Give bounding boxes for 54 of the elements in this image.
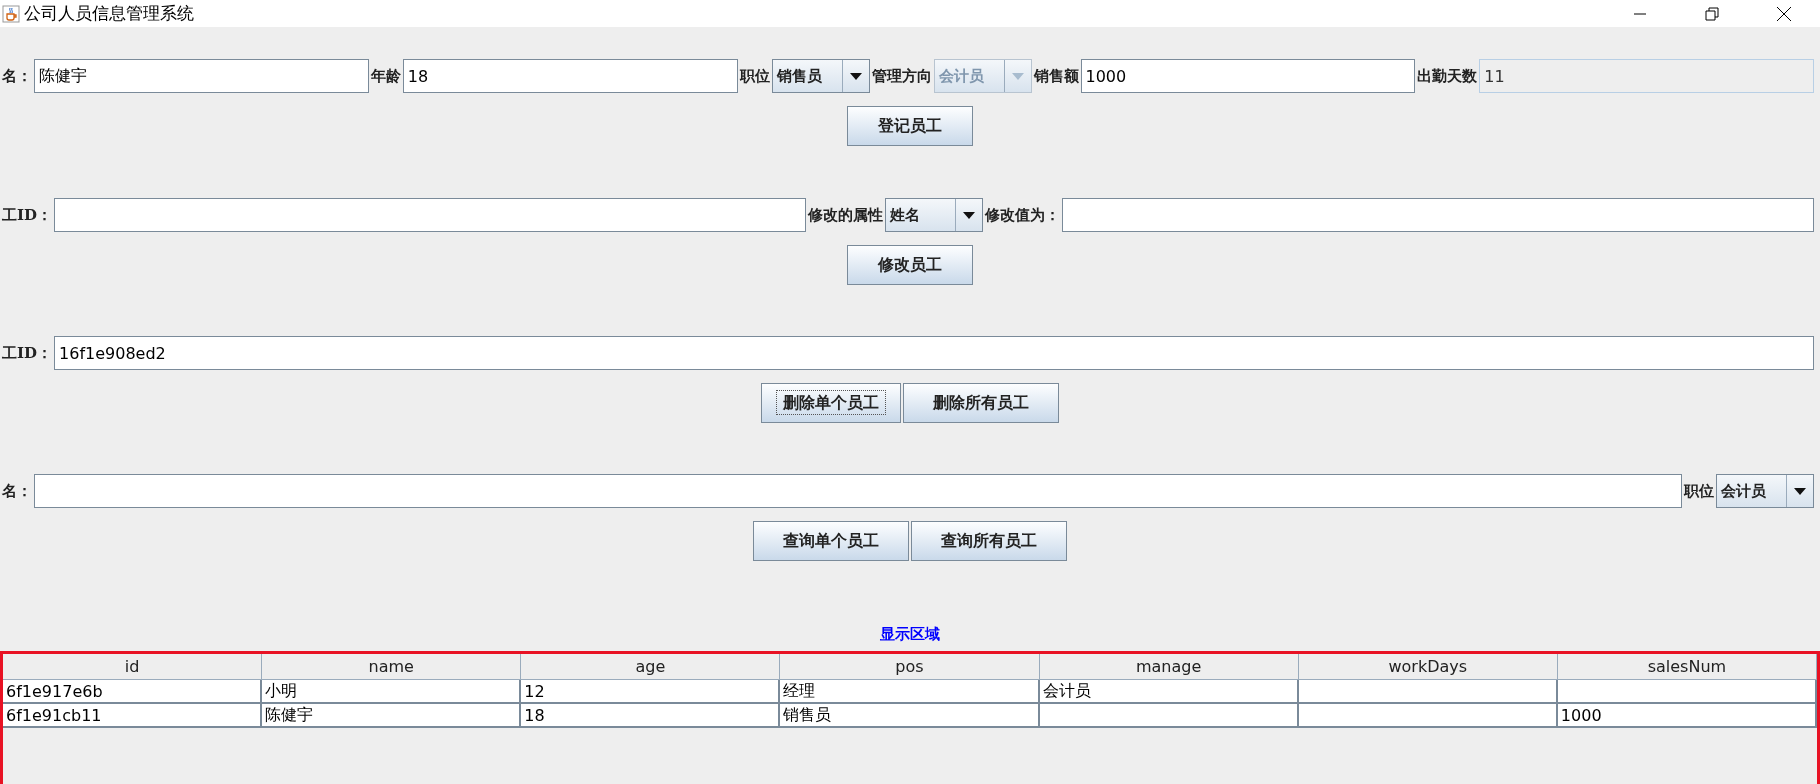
column-header: age bbox=[521, 654, 781, 680]
caret-down-icon bbox=[849, 72, 862, 80]
field-label: 出勤天数 bbox=[1416, 66, 1479, 86]
table-cell: 陈健宇 bbox=[262, 704, 522, 728]
caret-down-icon bbox=[1011, 72, 1024, 80]
field-label: 名： bbox=[1, 66, 33, 86]
column-header: pos bbox=[780, 654, 1040, 680]
dropdown[interactable]: 会计员 bbox=[1716, 474, 1814, 508]
table-cell: 销售员 bbox=[780, 704, 1040, 728]
input-field[interactable] bbox=[54, 198, 806, 232]
field-label: 职位 bbox=[1683, 481, 1715, 501]
caret-down-icon bbox=[963, 211, 975, 219]
action-button[interactable]: 修改员工 bbox=[847, 245, 973, 285]
input-field[interactable]: 18 bbox=[402, 59, 738, 93]
input-field[interactable]: 1000 bbox=[1080, 59, 1416, 93]
column-header: workDays bbox=[1298, 654, 1558, 680]
action-button[interactable]: 登记员工 bbox=[847, 106, 973, 146]
table-cell: 小明 bbox=[262, 680, 522, 704]
table-cell: 6f1e917e6b bbox=[3, 680, 263, 704]
field-label: 工ID： bbox=[1, 343, 54, 363]
close-icon bbox=[1776, 5, 1792, 22]
column-header: salesNum bbox=[1557, 654, 1817, 680]
input-field[interactable]: 16f1e908ed2 bbox=[54, 336, 1814, 370]
action-button[interactable]: 查询所有员工 bbox=[911, 521, 1067, 561]
table-cell: 12 bbox=[521, 680, 781, 704]
restore-icon bbox=[1705, 6, 1719, 21]
field-label: 工ID： bbox=[1, 205, 54, 225]
action-button[interactable]: 查询单个员工 bbox=[753, 521, 909, 561]
input-field[interactable]: 陈健宇 bbox=[34, 59, 369, 93]
action-button[interactable]: 删除所有员工 bbox=[903, 383, 1059, 423]
dropdown[interactable]: 销售员 bbox=[771, 59, 870, 93]
input-field[interactable] bbox=[1062, 198, 1814, 232]
field-label: 销售额 bbox=[1032, 66, 1080, 86]
section-title: 显示区域 bbox=[880, 625, 940, 644]
field-label: 名： bbox=[1, 481, 33, 501]
table-cell: 6f1e91cb11 bbox=[3, 704, 263, 728]
field-label: 管理方向 bbox=[870, 66, 933, 86]
minimize-icon bbox=[1633, 12, 1647, 15]
field-label: 职位 bbox=[738, 66, 771, 86]
table-cell: 经理 bbox=[780, 680, 1040, 704]
input-field[interactable] bbox=[34, 474, 1682, 508]
column-header: id bbox=[3, 654, 263, 680]
column-header: manage bbox=[1039, 654, 1299, 680]
column-header: name bbox=[262, 654, 522, 680]
caret-down-icon bbox=[1794, 487, 1806, 495]
table-cell: 1000 bbox=[1557, 704, 1817, 728]
table-cell: 18 bbox=[521, 704, 781, 728]
dropdown[interactable]: 姓名 bbox=[885, 198, 983, 232]
field-label: 修改值为： bbox=[983, 205, 1061, 225]
table-cell: 会计员 bbox=[1039, 680, 1299, 704]
field-label: 年龄 bbox=[369, 66, 402, 86]
field-label: 修改的属性 bbox=[806, 205, 884, 225]
action-button[interactable]: 删除单个员工 bbox=[761, 383, 901, 423]
window-title: 公司人员信息管理系统 bbox=[24, 2, 194, 25]
